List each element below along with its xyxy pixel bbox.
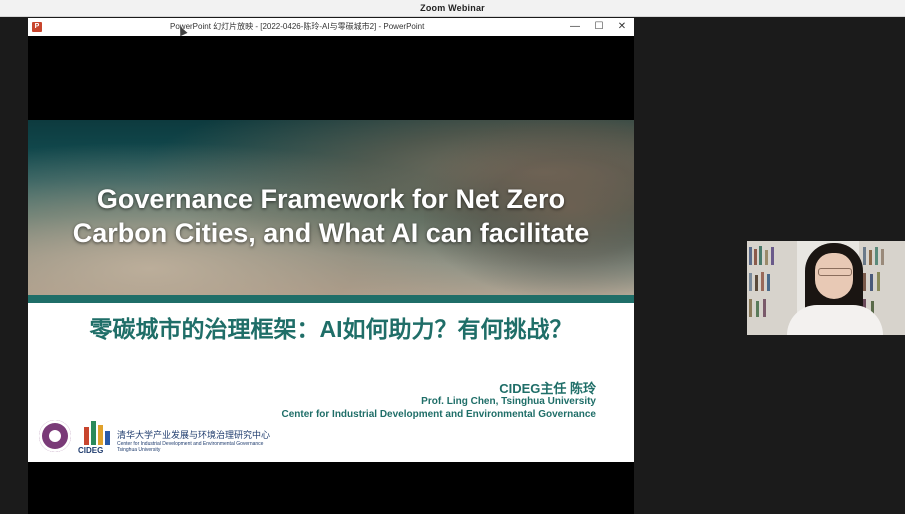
slide-title-english: Governance Framework for Net Zero Carbon… <box>28 182 634 250</box>
presenter-affiliation: Prof. Ling Chen, Tsinghua University <box>421 396 596 407</box>
org-name-english-line2: Tsinghua University <box>117 447 161 453</box>
minimize-button[interactable]: — <box>564 18 586 36</box>
cideg-logo-text: CIDEG <box>78 446 104 455</box>
tsinghua-seal-logo <box>39 420 71 452</box>
org-name-chinese: 清华大学产业发展与环境治理研究中心 <box>117 430 271 440</box>
slide-title-english-line1: Governance Framework for Net Zero <box>96 184 566 214</box>
powerpoint-window[interactable]: P PowerPoint 幻灯片放映 - [2022-0426-陈玲-AI与零碳… <box>28 18 634 514</box>
presenter-role: CIDEG主任 陈玲 <box>499 381 596 396</box>
slide-title-chinese: 零碳城市的治理框架：AI如何助力？有何挑战？ <box>89 316 573 342</box>
powerpoint-icon: P <box>32 22 42 32</box>
speaker-body <box>787 305 883 335</box>
powerpoint-window-title: PowerPoint 幻灯片放映 - [2022-0426-陈玲-AI与零碳城市… <box>170 22 425 31</box>
org-name-english: Center for Industrial Development and En… <box>117 441 263 453</box>
speaker-video-tile[interactable] <box>747 241 905 335</box>
powerpoint-title-bar[interactable]: P PowerPoint 幻灯片放映 - [2022-0426-陈玲-AI与零碳… <box>28 18 634 37</box>
accent-stripe <box>28 295 634 303</box>
zoom-window-title: Zoom Webinar <box>420 3 485 13</box>
presenter-center: Center for Industrial Development and En… <box>281 409 596 420</box>
zoom-title-bar: Zoom Webinar <box>0 0 905 17</box>
maximize-button[interactable]: ☐ <box>588 18 610 36</box>
slide[interactable]: Governance Framework for Net Zero Carbon… <box>28 120 634 462</box>
speaker-face <box>815 253 853 299</box>
slide-title-english-line2: Carbon Cities, and What AI can facilitat… <box>72 218 590 248</box>
speaker-glasses <box>818 268 852 276</box>
close-button[interactable]: ✕ <box>611 18 633 36</box>
